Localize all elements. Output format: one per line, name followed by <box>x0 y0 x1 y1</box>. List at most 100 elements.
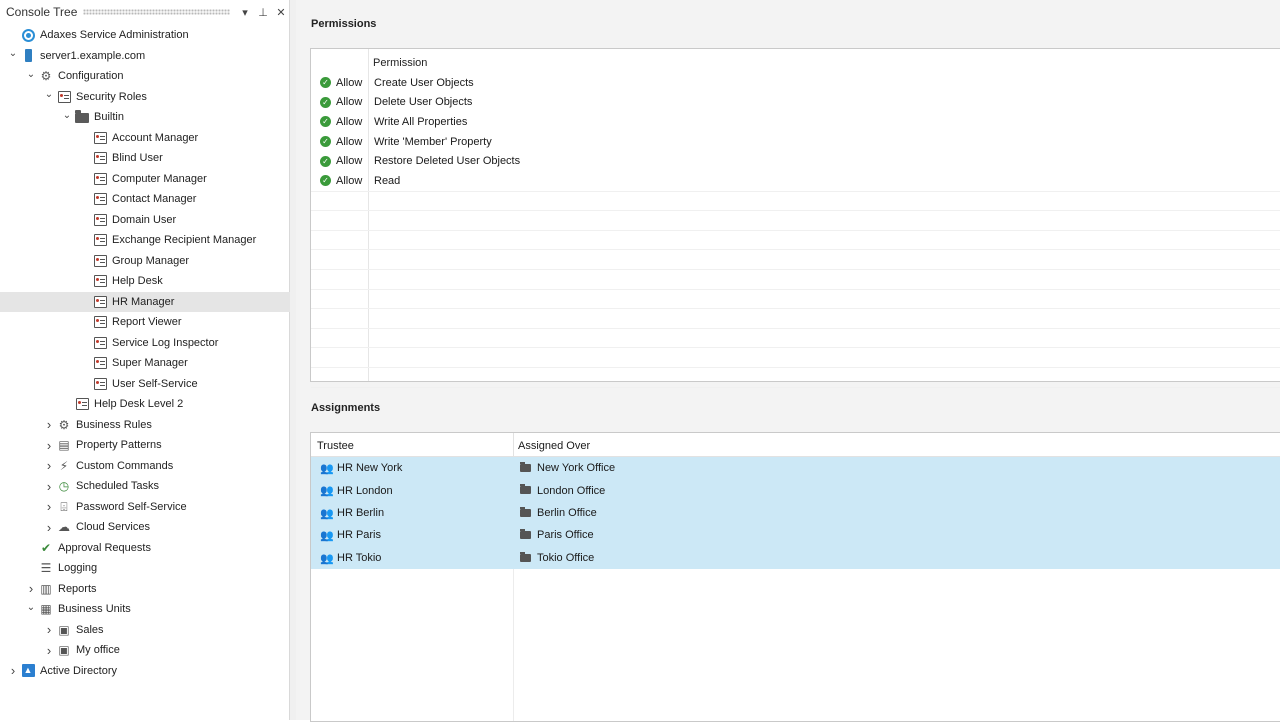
tree-node-label: Logging <box>58 562 98 575</box>
permission-row[interactable]: ✓ Allow Write All Properties <box>311 112 1280 132</box>
assigned-over-column-header[interactable]: Assigned Over <box>518 440 590 452</box>
assignment-row[interactable]: 👥 HR Paris Paris Office <box>311 524 1280 547</box>
column-separator[interactable] <box>513 433 514 457</box>
permission-row[interactable]: ✓ Allow Read <box>311 171 1280 191</box>
chevron-right-icon[interactable]: › <box>42 438 56 453</box>
tree-node[interactable]: ⌄ Builtin <box>0 107 290 128</box>
tree-node[interactable]: Service Log Inspector <box>0 333 290 354</box>
chevron-down-icon[interactable]: ⌄ <box>24 600 38 614</box>
chevron-right-icon[interactable]: › <box>42 499 56 514</box>
permission-row[interactable]: ✓ Allow Write 'Member' Property <box>311 132 1280 152</box>
chevron-down-icon[interactable]: ⌄ <box>24 67 38 81</box>
trustee-name: HR New York <box>337 462 403 475</box>
permission-row[interactable]: ✓ Allow Restore Deleted User Objects <box>311 151 1280 171</box>
chevron-right-icon[interactable]: › <box>24 581 38 596</box>
tree-node[interactable]: HR Manager <box>0 291 290 312</box>
security-role-icon <box>92 171 108 187</box>
permission-name: Write All Properties <box>374 115 468 128</box>
folder-icon <box>74 109 90 125</box>
pane-menu-chevron-icon[interactable]: ▾ <box>236 6 254 19</box>
tree-node[interactable]: Help Desk <box>0 271 290 292</box>
security-role-icon <box>92 150 108 166</box>
close-icon[interactable]: ✕ <box>272 6 290 19</box>
tree-node[interactable]: Blind User <box>0 148 290 169</box>
tree-node-label: Business Units <box>58 603 131 616</box>
tree-node[interactable]: Account Manager <box>0 128 290 149</box>
pin-icon[interactable]: ⊥ <box>254 6 272 19</box>
tree-node[interactable]: ☰ Logging <box>0 558 290 579</box>
assigned-over-name: New York Office <box>537 462 616 475</box>
tree-node[interactable]: Exchange Recipient Manager <box>0 230 290 251</box>
tree-node[interactable]: › ⚙ Business Rules <box>0 415 290 436</box>
grid-line <box>311 210 1280 212</box>
tree-node[interactable]: › ▲ Active Directory <box>0 661 290 682</box>
permission-row[interactable]: ✓ Allow Delete User Objects <box>311 93 1280 113</box>
tree-node[interactable]: Adaxes Service Administration <box>0 25 290 46</box>
tree-node[interactable]: ⌄ ⚙ Configuration <box>0 66 290 87</box>
chevron-down-icon[interactable]: ⌄ <box>6 47 20 61</box>
grid-line <box>311 269 1280 270</box>
tree-node[interactable]: ⌄ server1.example.com <box>0 46 290 67</box>
allow-check-icon: ✓ <box>320 77 331 89</box>
assignment-row[interactable]: 👥 HR London London Office <box>311 479 1280 502</box>
tree-node[interactable]: Contact Manager <box>0 189 290 210</box>
tree-node[interactable]: Computer Manager <box>0 169 290 190</box>
group-icon: 👥 <box>320 507 334 520</box>
trustee-column-header[interactable]: Trustee <box>317 440 354 452</box>
permission-row[interactable]: ✓ Allow Create User Objects <box>311 73 1280 93</box>
tree-node-label: Scheduled Tasks <box>76 480 159 493</box>
tree-node[interactable]: › ⌹ Password Self-Service <box>0 497 290 518</box>
tree-node-label: Domain User <box>112 213 177 226</box>
security-role-icon <box>92 232 108 248</box>
tree-node[interactable]: Group Manager <box>0 251 290 272</box>
tree-node[interactable]: Help Desk Level 2 <box>0 394 290 415</box>
tree-node[interactable]: Domain User <box>0 210 290 231</box>
tree-node[interactable]: › ▣ My office <box>0 640 290 661</box>
tree-node-label: User Self-Service <box>112 377 198 390</box>
tree-node[interactable]: ⌄ ▦ Business Units <box>0 599 290 620</box>
drag-grip[interactable] <box>83 9 230 15</box>
chevron-right-icon[interactable]: › <box>42 520 56 535</box>
tree-node[interactable]: › ◷ Scheduled Tasks <box>0 476 290 497</box>
chevron-down-icon[interactable]: ⌄ <box>60 108 74 122</box>
scheduled-tasks-icon: ◷ <box>58 479 70 494</box>
permission-column-header[interactable]: Permission <box>373 57 427 69</box>
chevron-down-icon[interactable]: ⌄ <box>42 88 56 102</box>
grid-line <box>311 327 1280 329</box>
group-icon: 👥 <box>320 530 334 543</box>
tree-node-label: My office <box>76 644 120 657</box>
tree-node[interactable]: ✔ Approval Requests <box>0 538 290 559</box>
grid-line <box>311 190 1280 192</box>
security-role-icon <box>92 355 108 371</box>
tree-node[interactable]: › ▥ Reports <box>0 579 290 600</box>
tree-node[interactable]: › ▤ Property Patterns <box>0 435 290 456</box>
tree-node-label: Business Rules <box>76 418 152 431</box>
chevron-right-icon[interactable]: › <box>42 643 56 658</box>
tree-node[interactable]: › ⚡ Custom Commands <box>0 456 290 477</box>
grid-line <box>311 386 1280 388</box>
chevron-right-icon[interactable]: › <box>6 663 20 678</box>
allow-check-icon: ✓ <box>320 96 331 108</box>
tree-node[interactable]: › ☁ Cloud Services <box>0 517 290 538</box>
chevron-right-icon[interactable]: › <box>42 417 56 432</box>
tree-node[interactable]: User Self-Service <box>0 374 290 395</box>
assignment-row[interactable]: 👥 HR Tokio Tokio Office <box>311 546 1280 569</box>
chevron-right-icon[interactable]: › <box>42 479 56 494</box>
assignment-row[interactable]: 👥 HR New York New York Office <box>311 457 1280 480</box>
assignment-row[interactable]: 👥 HR Berlin Berlin Office <box>311 501 1280 525</box>
security-role-icon <box>92 335 108 351</box>
chevron-right-icon[interactable]: › <box>42 622 56 637</box>
tree-node[interactable]: ⌄ Security Roles <box>0 87 290 108</box>
tree-node[interactable]: Report Viewer <box>0 312 290 333</box>
chevron-right-icon[interactable]: › <box>42 458 56 473</box>
security-role-icon <box>92 294 108 310</box>
trustee-name: HR Berlin <box>337 506 385 519</box>
tree-node[interactable]: Super Manager <box>0 353 290 374</box>
tree-node[interactable]: › ▣ Sales <box>0 620 290 641</box>
assigned-over-name: London Office <box>537 484 606 497</box>
